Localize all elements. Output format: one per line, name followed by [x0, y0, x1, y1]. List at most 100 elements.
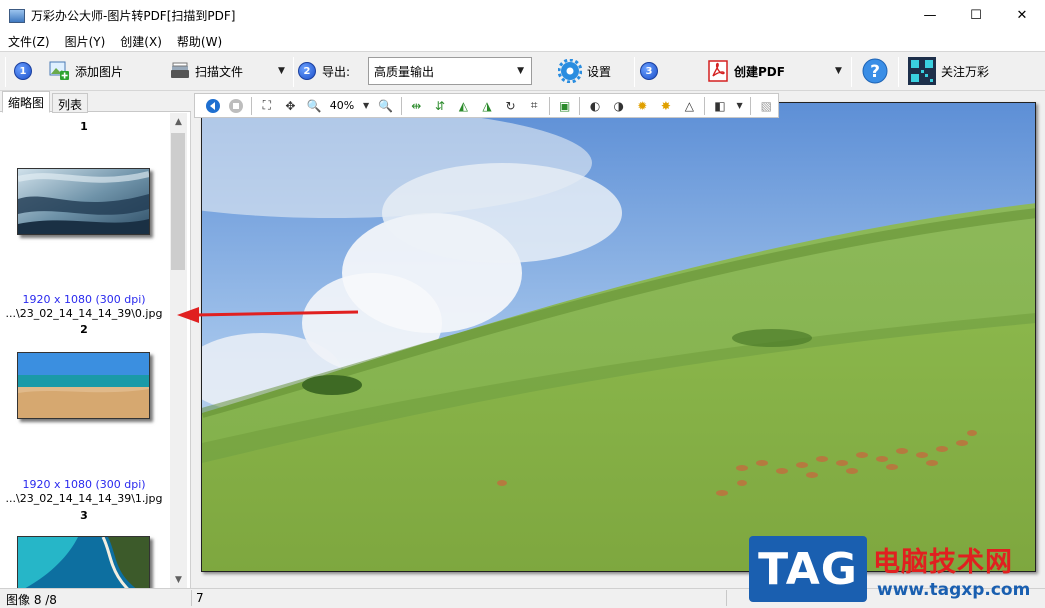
thumbnail-path: ...\23_02_14_14_14_39\0.jpg: [5, 307, 163, 320]
scroll-down-icon[interactable]: ▼: [170, 571, 187, 588]
menu-help[interactable]: 帮助(W): [169, 33, 229, 50]
status-divider: [191, 590, 192, 606]
scroll-up-icon[interactable]: ▲: [170, 113, 187, 130]
watermark-site-name: 电脑技术网: [873, 547, 1013, 578]
step-3-badge: 3: [640, 52, 658, 90]
flip-vertical-icon[interactable]: ⇵: [431, 97, 449, 115]
tab-thumbnails[interactable]: 缩略图: [2, 91, 51, 113]
toolbar-separator: [634, 57, 635, 87]
thumbnail-number: 3: [80, 509, 88, 522]
zoom-in-icon[interactable]: 🔍: [305, 97, 323, 115]
meadow-landscape: [202, 103, 1035, 571]
menu-bar: 文件(Z) 图片(Y) 创建(X) 帮助(W): [0, 31, 1045, 51]
watermark-url: www.tagxp.com: [877, 580, 1031, 600]
toolbar-separator: [579, 96, 581, 115]
chevron-down-icon: ▼: [278, 66, 285, 76]
layout-icon[interactable]: ◧: [711, 97, 729, 115]
sharpen-icon[interactable]: △: [681, 97, 699, 115]
thumbnail-image[interactable]: [17, 352, 150, 419]
image-edit-icon[interactable]: ▣: [556, 97, 574, 115]
minimize-button[interactable]: —: [907, 0, 953, 31]
current-index: 7: [196, 591, 204, 605]
image-viewer: ⛶ ✥ 🔍 40% ▼ 🔍 ⇹ ⇵ ◭ ◮ ↻ ⌗ ▣ ◐ ◑ ✹ ✸ △ ◧ …: [192, 91, 1045, 588]
thumbnail-scrollbar[interactable]: ▲ ▼: [170, 113, 187, 588]
rotate-left-icon[interactable]: ◭: [455, 97, 473, 115]
toolbar-separator: [898, 57, 899, 87]
toolbar-separator: [5, 57, 6, 87]
scrollbar-thumb[interactable]: [171, 133, 185, 270]
app-icon: [9, 8, 25, 23]
brightness-down-icon[interactable]: ✸: [657, 97, 675, 115]
thumbnail-resolution: 1920 x 1080 (300 dpi): [22, 478, 146, 491]
fit-window-icon[interactable]: ⛶: [258, 97, 276, 115]
thumbnail-panel: 缩略图 列表 1 1920 x 1080 (300 dpi) ...\23_02…: [0, 91, 191, 588]
thumbnail-list: 1 1920 x 1080 (300 dpi) ...\23_02_14_14_…: [0, 113, 170, 588]
gear-icon: [558, 59, 582, 83]
panel-tabs: 缩略图 列表: [0, 91, 191, 113]
thumbnail-path: ...\23_02_14_14_14_39\1.jpg: [5, 492, 163, 505]
rotate-right-icon[interactable]: ◮: [478, 97, 496, 115]
export-quality-select[interactable]: 高质量输出 ▼: [368, 57, 532, 85]
thumbnail-lake-desert: [18, 353, 149, 418]
add-images-button[interactable]: 添加图片: [48, 52, 123, 90]
contrast-down-icon[interactable]: ◑: [610, 97, 628, 115]
chevron-down-icon[interactable]: ▼: [735, 97, 745, 115]
menu-image[interactable]: 图片(Y): [57, 33, 113, 50]
menu-create[interactable]: 创建(X): [112, 33, 169, 50]
toolbar-separator: [548, 96, 550, 115]
tab-list[interactable]: 列表: [52, 93, 89, 113]
zoom-out-icon[interactable]: 🔍: [377, 97, 395, 115]
chevron-down-icon: ▼: [517, 66, 524, 76]
brightness-up-icon[interactable]: ✹: [634, 97, 652, 115]
svg-text:?: ?: [870, 62, 880, 82]
scan-file-button[interactable]: 扫描文件: [170, 52, 243, 90]
step-2-badge: 2: [298, 52, 316, 90]
help-icon: ?: [862, 58, 888, 84]
thumbnail-resolution: 1920 x 1080 (300 dpi): [22, 293, 146, 306]
title-bar: 万彩办公大师-图片转PDF[扫描到PDF] — ☐ ✕: [0, 0, 1045, 31]
pdf-icon: [708, 60, 728, 82]
annotation-arrow: [177, 307, 359, 323]
toolbar-separator: [400, 96, 402, 115]
menu-file[interactable]: 文件(Z): [0, 33, 57, 50]
export-label: 导出:: [322, 64, 351, 79]
scan-dropdown[interactable]: ▼: [278, 52, 285, 90]
preview-image: [201, 102, 1036, 572]
rotate-icon[interactable]: ↻: [502, 97, 520, 115]
fit-width-icon[interactable]: ✥: [282, 97, 300, 115]
watermark: TAG 电脑技术网 www.tagxp.com: [749, 536, 1045, 606]
viewer-toolbar: ⛶ ✥ 🔍 40% ▼ 🔍 ⇹ ⇵ ◭ ◮ ↻ ⌗ ▣ ◐ ◑ ✹ ✸ △ ◧ …: [194, 93, 779, 118]
main-toolbar: 1 添加图片 扫描文件 ▼ 2 导出: 高质量输出 ▼ 设置 3 创建PDF ▼…: [0, 51, 1045, 91]
add-image-icon: [49, 61, 69, 80]
contrast-icon[interactable]: ◐: [586, 97, 604, 115]
stop-icon[interactable]: [228, 97, 246, 115]
thumbnail-image[interactable]: [17, 536, 150, 588]
zoom-level[interactable]: 40%: [330, 99, 354, 112]
settings-button[interactable]: 设置: [558, 52, 611, 90]
toolbar-separator: [851, 57, 852, 87]
close-button[interactable]: ✕: [999, 0, 1045, 31]
image-properties-icon[interactable]: ▧: [757, 97, 775, 115]
help-button[interactable]: ?: [862, 52, 888, 90]
chevron-down-icon[interactable]: ▼: [361, 97, 371, 115]
crop-icon[interactable]: ⌗: [525, 97, 543, 115]
toolbar-separator: [750, 96, 752, 115]
toolbar-separator: [251, 96, 253, 115]
image-count: 图像 8 /8: [6, 593, 57, 607]
thumbnail-coast: [18, 536, 149, 588]
thumbnail-number: 2: [80, 323, 88, 336]
thumbnail-number: 1: [80, 120, 88, 133]
maximize-button[interactable]: ☐: [953, 0, 999, 31]
create-pdf-button[interactable]: 创建PDF: [707, 52, 785, 90]
flip-horizontal-icon[interactable]: ⇹: [408, 97, 426, 115]
window-title: 万彩办公大师-图片转PDF[扫描到PDF]: [31, 9, 236, 23]
first-page-icon[interactable]: [204, 97, 222, 115]
scanner-icon: [171, 62, 189, 78]
toolbar-separator: [293, 57, 294, 87]
create-pdf-dropdown[interactable]: ▼: [835, 52, 842, 90]
follow-button[interactable]: 关注万彩: [908, 52, 989, 90]
qr-code-icon: [908, 57, 936, 85]
status-divider: [726, 590, 727, 606]
toolbar-separator: [704, 96, 706, 115]
thumbnail-image[interactable]: [17, 168, 150, 235]
